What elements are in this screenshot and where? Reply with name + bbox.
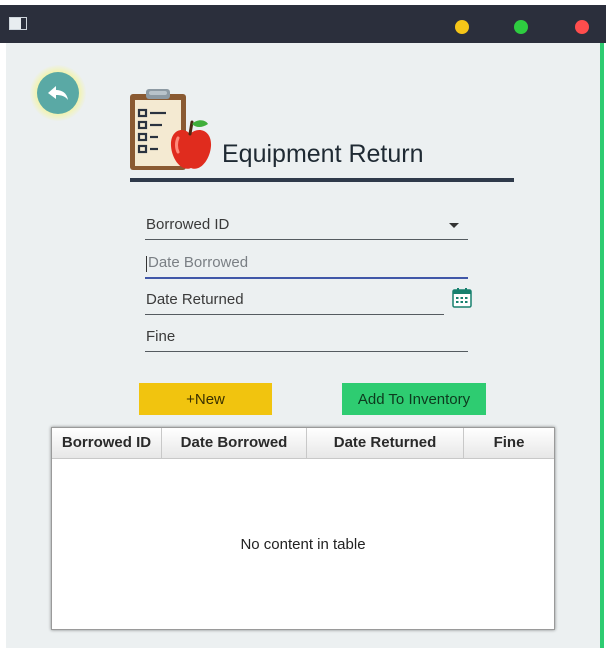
- back-arrow-icon: [37, 72, 79, 114]
- borrowed-items-table[interactable]: Borrowed ID Date Borrowed Date Returned …: [51, 427, 555, 630]
- window-titlebar: [0, 5, 606, 43]
- date-returned-placeholder: Date Returned: [146, 291, 244, 308]
- chevron-down-icon: [449, 223, 459, 228]
- title-underline: [130, 178, 514, 182]
- minimize-button[interactable]: [455, 20, 469, 34]
- table-header: Borrowed ID Date Borrowed Date Returned …: [52, 428, 554, 459]
- page-title: Equipment Return: [222, 140, 424, 168]
- add-to-inventory-button[interactable]: Add To Inventory: [342, 383, 486, 415]
- empty-table-message: No content in table: [240, 536, 366, 553]
- app-window-icon: [9, 17, 27, 30]
- date-borrowed-field[interactable]: Date Borrowed: [145, 248, 468, 279]
- borrowed-id-placeholder: Borrowed ID: [146, 216, 230, 233]
- clipboard-apple-icon: [130, 89, 212, 170]
- accent-strip: [600, 43, 604, 648]
- borrowed-id-dropdown[interactable]: Borrowed ID: [145, 210, 468, 240]
- date-returned-field[interactable]: Date Returned: [145, 285, 444, 315]
- date-borrowed-placeholder: Date Borrowed: [148, 254, 249, 271]
- fine-placeholder: Fine: [146, 328, 176, 345]
- close-button[interactable]: [575, 20, 589, 34]
- new-button[interactable]: +New: [139, 383, 272, 415]
- column-header-borrowed-id[interactable]: Borrowed ID: [52, 428, 162, 458]
- column-header-date-returned[interactable]: Date Returned: [307, 428, 464, 458]
- calendar-icon[interactable]: [452, 288, 472, 308]
- back-button[interactable]: [30, 65, 86, 121]
- maximize-button[interactable]: [514, 20, 528, 34]
- column-header-date-borrowed[interactable]: Date Borrowed: [162, 428, 307, 458]
- column-header-fine[interactable]: Fine: [464, 428, 554, 458]
- fine-field[interactable]: Fine: [145, 322, 468, 352]
